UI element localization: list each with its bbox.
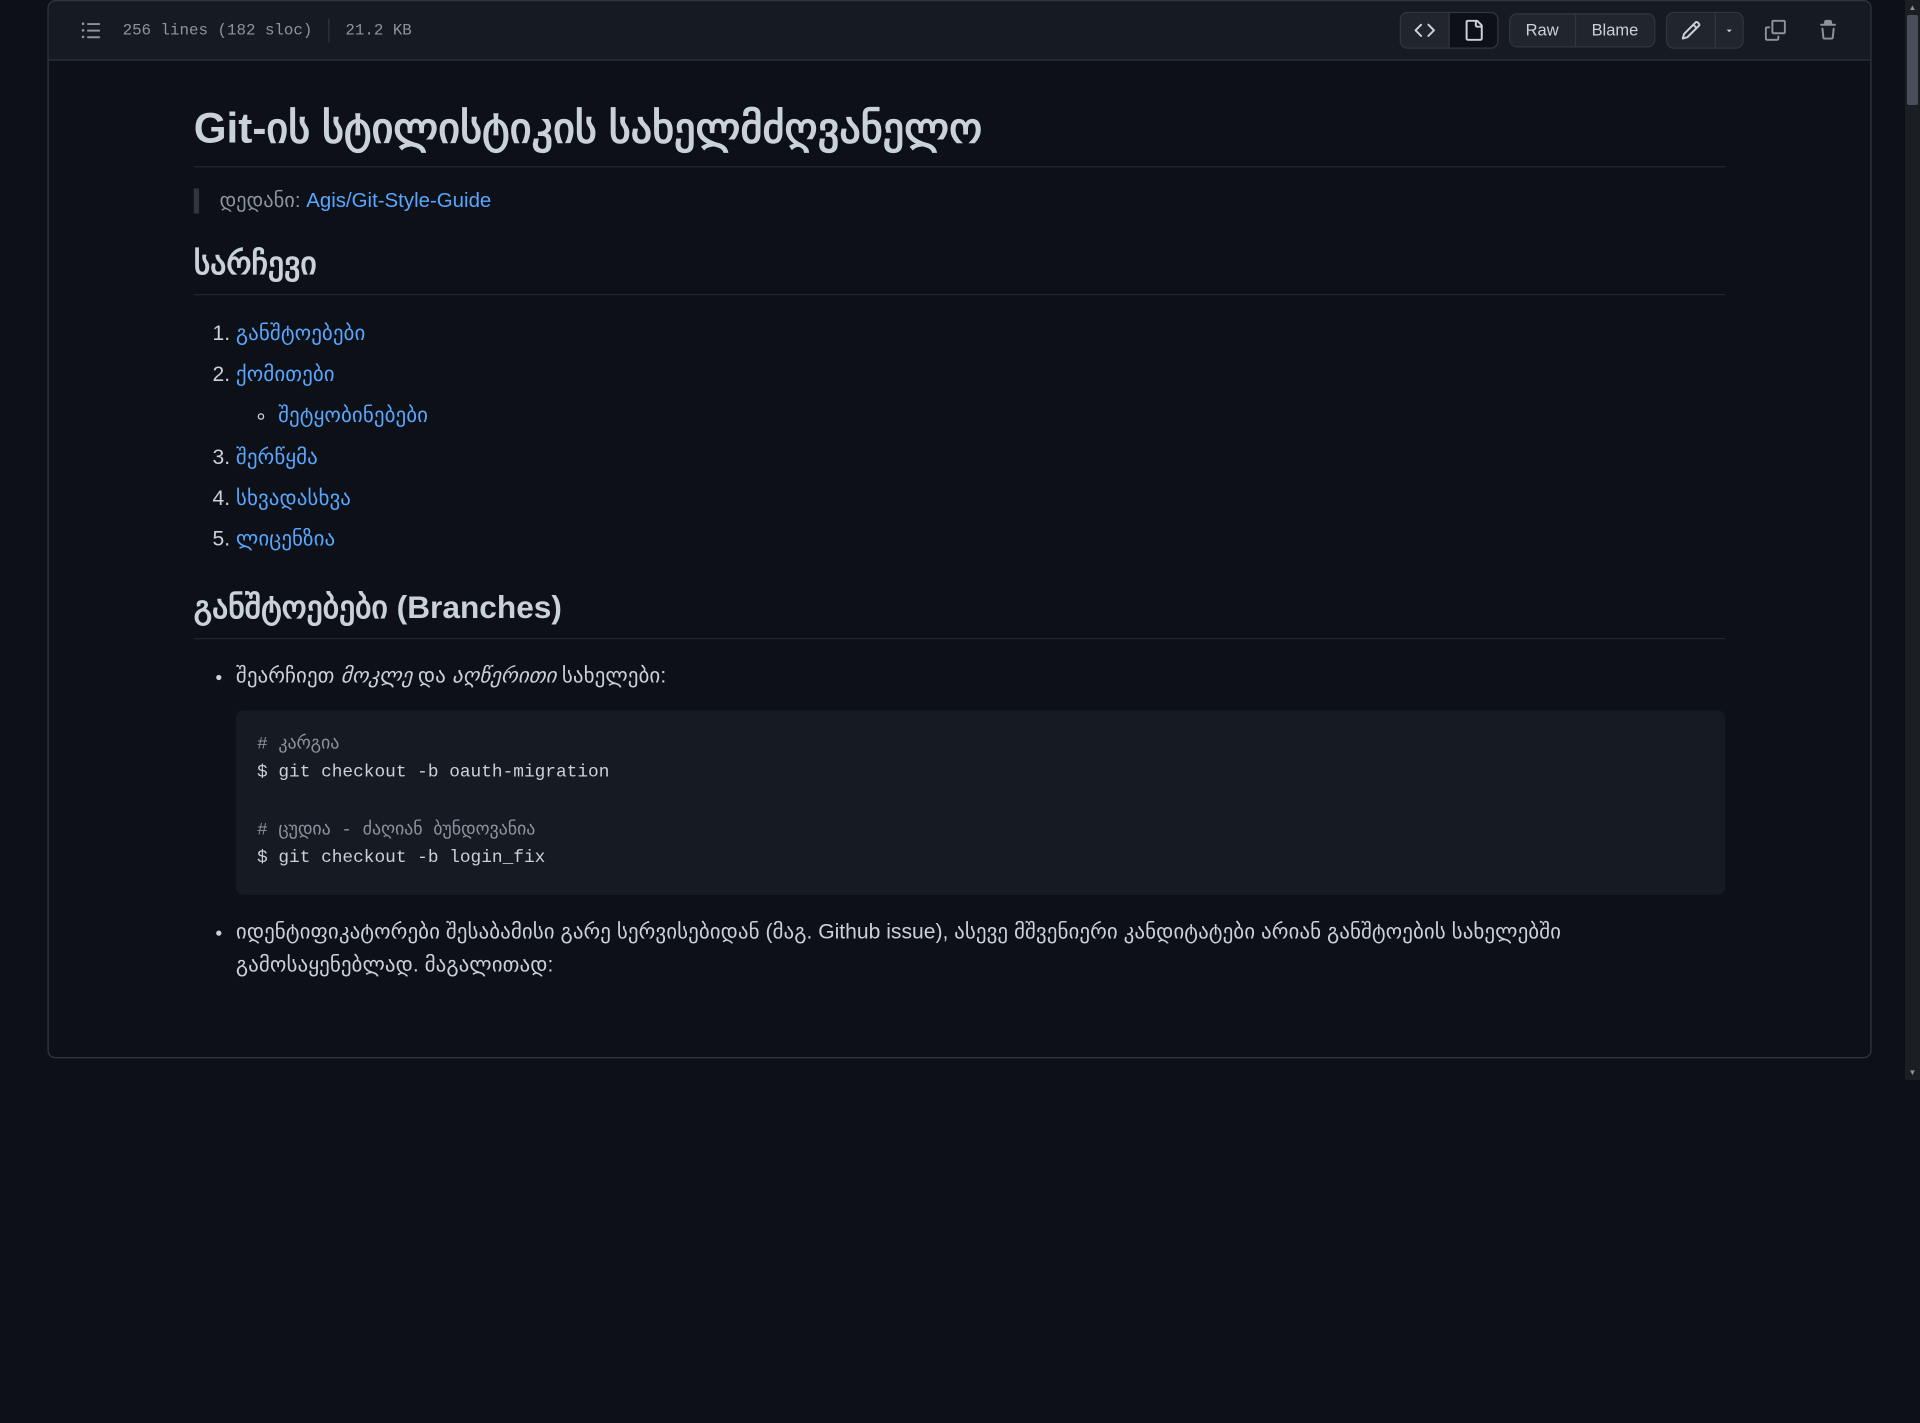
code-block: # კარგია $ git checkout -b oauth-migrati… bbox=[236, 710, 1725, 894]
file-info: 256 lines (182 sloc) 21.2 KB bbox=[123, 18, 412, 42]
raw-blame-group: Raw Blame bbox=[1509, 13, 1656, 47]
trash-icon bbox=[1818, 20, 1839, 41]
text-emphasis: მოკლე bbox=[340, 666, 412, 688]
outline-toggle-button[interactable] bbox=[70, 12, 112, 49]
list-unordered-icon bbox=[80, 20, 101, 41]
line-count-text: 256 lines (182 sloc) bbox=[123, 21, 313, 39]
readme-body: Git-ის სტილისტიკის სახელმძღვანელო დედანი… bbox=[49, 61, 1870, 1057]
source-view-button[interactable] bbox=[1400, 13, 1449, 47]
raw-button[interactable]: Raw bbox=[1510, 14, 1576, 46]
text: შეარჩიეთ bbox=[236, 666, 341, 688]
toc-link-misc[interactable]: სხვადასხვა bbox=[236, 487, 351, 509]
code-comment: # ცუდია - ძაღიან ბუნდოვანია bbox=[257, 820, 535, 840]
blame-button[interactable]: Blame bbox=[1576, 14, 1654, 46]
edit-button[interactable] bbox=[1667, 13, 1716, 47]
toc-item: ლიცენზია bbox=[236, 522, 1725, 558]
list-item: შეარჩიეთ მოკლე და აღწერითი სახელები: # კ… bbox=[236, 660, 1725, 894]
toc-heading: სარჩევი bbox=[194, 245, 1726, 295]
code-line: $ git checkout -b oauth-migration bbox=[257, 764, 609, 784]
toc-link-license[interactable]: ლიცენზია bbox=[236, 528, 335, 550]
triangle-down-icon bbox=[1724, 25, 1735, 36]
toc-link-branches[interactable]: განშტოებები bbox=[236, 323, 365, 345]
toc-item: ქომითები შეტყობინებები bbox=[236, 357, 1725, 434]
text: სახელები: bbox=[556, 666, 666, 688]
toc-item: შერწყმა bbox=[236, 440, 1725, 476]
file-header-right: Raw Blame bbox=[1399, 12, 1849, 49]
toc-link-messages[interactable]: შეტყობინებები bbox=[278, 405, 428, 427]
toc-item: განშტოებები bbox=[236, 316, 1725, 352]
copy-icon bbox=[1765, 20, 1786, 41]
scrollbar-track[interactable]: ▲ ▼ bbox=[1905, 0, 1920, 1080]
page-title: Git-ის სტილისტიკის სახელმძღვანელო bbox=[194, 103, 1726, 168]
toc-subitem: შეტყობინებები bbox=[278, 399, 1725, 435]
copy-button[interactable] bbox=[1754, 12, 1796, 49]
toc-item: სხვადასხვა bbox=[236, 481, 1725, 517]
file-box: 256 lines (182 sloc) 21.2 KB Raw Blame bbox=[47, 0, 1871, 1058]
file-icon bbox=[1462, 20, 1483, 41]
pencil-icon bbox=[1680, 20, 1701, 41]
info-divider bbox=[328, 18, 329, 42]
original-link[interactable]: Agis/Git-Style-Guide bbox=[306, 190, 491, 212]
original-prefix: დედანი: bbox=[219, 190, 306, 212]
code-line: $ git checkout -b login_fix bbox=[257, 849, 545, 869]
text-emphasis: აღწერითი bbox=[452, 666, 556, 688]
view-toggle-group bbox=[1399, 12, 1498, 49]
delete-button[interactable] bbox=[1807, 12, 1849, 49]
original-quote: დედანი: Agis/Git-Style-Guide bbox=[194, 188, 1726, 213]
edit-dropdown-button[interactable] bbox=[1716, 13, 1742, 47]
file-header: 256 lines (182 sloc) 21.2 KB Raw Blame bbox=[49, 1, 1870, 60]
code-comment: # კარგია bbox=[257, 735, 339, 755]
toc-list: განშტოებები ქომითები შეტყობინებები შერწყ… bbox=[194, 316, 1726, 557]
text: იდენტიფიკატორები შესაბამისი გარე სერვისე… bbox=[236, 916, 1725, 983]
rendered-view-button[interactable] bbox=[1449, 13, 1496, 47]
file-size-text: 21.2 KB bbox=[345, 21, 411, 39]
toc-link-merging[interactable]: შერწყმა bbox=[236, 446, 318, 468]
edit-group bbox=[1666, 12, 1744, 49]
list-item: იდენტიფიკატორები შესაბამისი გარე სერვისე… bbox=[236, 916, 1725, 983]
scrollbar-up-icon[interactable]: ▲ bbox=[1905, 0, 1920, 15]
code-icon bbox=[1414, 20, 1435, 41]
text: და bbox=[412, 666, 452, 688]
scrollbar-down-icon[interactable]: ▼ bbox=[1905, 1065, 1920, 1080]
branches-heading: განშტოებები (Branches) bbox=[194, 589, 1726, 639]
scrollbar-thumb[interactable] bbox=[1907, 15, 1918, 105]
toc-link-commits[interactable]: ქომითები bbox=[236, 364, 335, 386]
file-header-left: 256 lines (182 sloc) 21.2 KB bbox=[70, 12, 412, 49]
